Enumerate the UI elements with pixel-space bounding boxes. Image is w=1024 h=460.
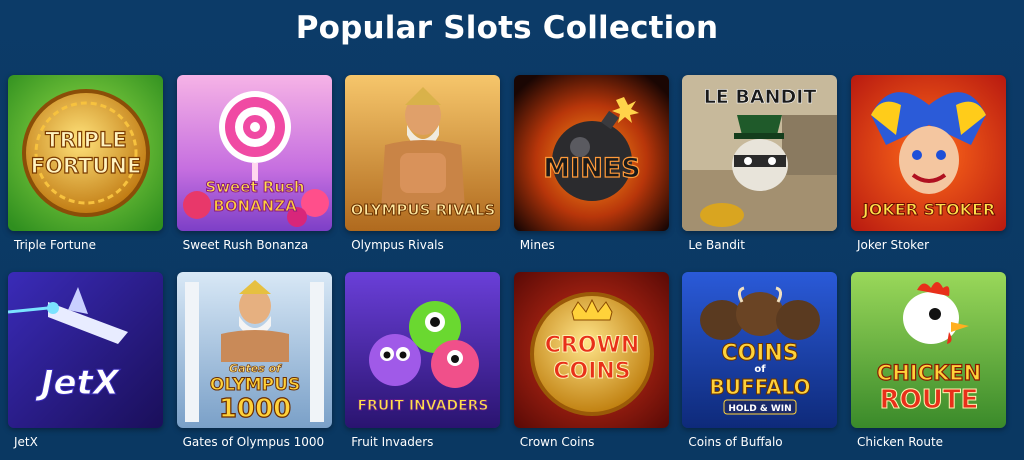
game-logo-line1: Sweet Rush [205, 178, 304, 196]
game-thumbnail-crown-coins[interactable]: CROWN COINS [513, 272, 669, 428]
sweet-rush-bonanza-artwork: Sweet Rush BONANZA [176, 75, 332, 231]
game-title[interactable]: Coins of Buffalo [682, 435, 837, 449]
game-card-jetx[interactable]: JetX JetX [8, 272, 163, 460]
slots-grid: TRIPLE FORTUNE Triple Fortune Sweet Rush… [8, 75, 1008, 460]
game-logo-line1: MINES [543, 153, 640, 184]
fruit-invaders-artwork: FRUIT INVADERS [345, 272, 501, 428]
game-thumbnail-chicken-route[interactable]: CHICKEN ROUTE [850, 272, 1006, 428]
le-bandit-artwork: LE BANDIT [682, 75, 838, 231]
game-title[interactable]: Gates of Olympus 1000 [177, 435, 332, 449]
game-logo-line1: TRIPLE [45, 128, 126, 152]
game-card-coins-of-buffalo[interactable]: COINS of BUFFALO HOLD & WIN Coins of Buf… [682, 272, 838, 460]
game-logo-line1: LE BANDIT [704, 86, 817, 108]
game-card-mines[interactable]: MINES Mines [513, 75, 669, 272]
game-logo-line2: of [755, 364, 767, 375]
chicken-route-artwork: CHICKEN ROUTE [850, 272, 1006, 428]
game-thumbnail-coins-of-buffalo[interactable]: COINS of BUFFALO HOLD & WIN [682, 272, 838, 428]
game-logo-line2: FORTUNE [31, 154, 142, 178]
olympus-rivals-artwork: OLYMPUS RIVALS [345, 75, 501, 231]
section-title: Popular Slots Collection [295, 10, 719, 46]
jetx-artwork: JetX [8, 272, 163, 428]
game-thumbnail-gates-of-olympus-1000[interactable]: Gates of OLYMPUS 1000 [176, 272, 332, 428]
game-card-chicken-route[interactable]: CHICKEN ROUTE Chicken Route [850, 272, 1006, 460]
game-logo-line1: FRUIT INVADERS [358, 398, 489, 414]
game-title[interactable]: JetX [8, 435, 163, 449]
game-logo-line1: OLYMPUS RIVALS [351, 201, 496, 219]
mines-artwork: MINES [513, 75, 669, 231]
game-title[interactable]: Sweet Rush Bonanza [177, 238, 332, 252]
game-card-le-bandit[interactable]: LE BANDIT Le Bandit [682, 75, 838, 272]
game-thumbnail-sweet-rush-bonanza[interactable]: Sweet Rush BONANZA [176, 75, 332, 231]
game-card-sweet-rush-bonanza[interactable]: Sweet Rush BONANZA Sweet Rush Bonanza [176, 75, 332, 272]
joker-stoker-artwork: JOKER STOKER [850, 75, 1006, 231]
game-logo-line1: COINS [722, 341, 799, 366]
game-title[interactable]: Fruit Invaders [345, 435, 500, 449]
game-thumbnail-mines[interactable]: MINES [513, 75, 669, 231]
triple-fortune-artwork: TRIPLE FORTUNE [8, 75, 163, 231]
game-card-triple-fortune[interactable]: TRIPLE FORTUNE Triple Fortune [8, 75, 163, 272]
game-logo-line1: CHICKEN [877, 361, 981, 385]
game-logo-line1: JetX [35, 363, 121, 403]
game-card-olympus-rivals[interactable]: OLYMPUS RIVALS Olympus Rivals [345, 75, 501, 272]
game-card-crown-coins[interactable]: CROWN COINS Crown Coins [513, 272, 669, 460]
game-card-gates-of-olympus-1000[interactable]: Gates of OLYMPUS 1000 Gates of Olympus 1… [176, 272, 332, 460]
game-thumbnail-olympus-rivals[interactable]: OLYMPUS RIVALS [345, 75, 501, 231]
game-title[interactable]: Olympus Rivals [345, 238, 500, 252]
game-thumbnail-fruit-invaders[interactable]: FRUIT INVADERS [345, 272, 501, 428]
game-logo-line2: BONANZA [213, 197, 297, 215]
game-logo-line2: OLYMPUS [209, 375, 299, 395]
slots-section: Popular Slots Collection TRIPLE FORTUNE … [0, 0, 1024, 460]
coins-of-buffalo-artwork: COINS of BUFFALO HOLD & WIN [682, 272, 838, 428]
game-logo-line3: 1000 [218, 394, 290, 424]
game-thumbnail-triple-fortune[interactable]: TRIPLE FORTUNE [8, 75, 163, 231]
game-title[interactable]: Triple Fortune [8, 238, 163, 252]
game-logo-line1: CROWN [545, 333, 639, 358]
game-thumbnail-le-bandit[interactable]: LE BANDIT [682, 75, 838, 231]
game-title[interactable]: Le Bandit [682, 238, 837, 252]
crown-coins-artwork: CROWN COINS [513, 272, 669, 428]
game-logo-line1: Gates of [229, 362, 282, 375]
game-title[interactable]: Mines [514, 238, 669, 252]
game-card-joker-stoker[interactable]: JOKER STOKER Joker Stoker [850, 75, 1006, 272]
game-title[interactable]: Joker Stoker [851, 238, 1006, 252]
game-logo-line4: HOLD & WIN [729, 404, 792, 414]
game-thumbnail-jetx[interactable]: JetX [8, 272, 163, 428]
game-card-fruit-invaders[interactable]: FRUIT INVADERS Fruit Invaders [345, 272, 501, 460]
game-title[interactable]: Chicken Route [851, 435, 1006, 449]
game-logo-line2: COINS [553, 359, 630, 384]
game-logo-line1: JOKER STOKER [862, 200, 995, 219]
gates-of-olympus-artwork: Gates of OLYMPUS 1000 [176, 272, 332, 428]
game-logo-line2: ROUTE [880, 385, 979, 415]
game-logo-line3: BUFFALO [710, 375, 811, 399]
game-title[interactable]: Crown Coins [514, 435, 669, 449]
game-thumbnail-joker-stoker[interactable]: JOKER STOKER [850, 75, 1006, 231]
